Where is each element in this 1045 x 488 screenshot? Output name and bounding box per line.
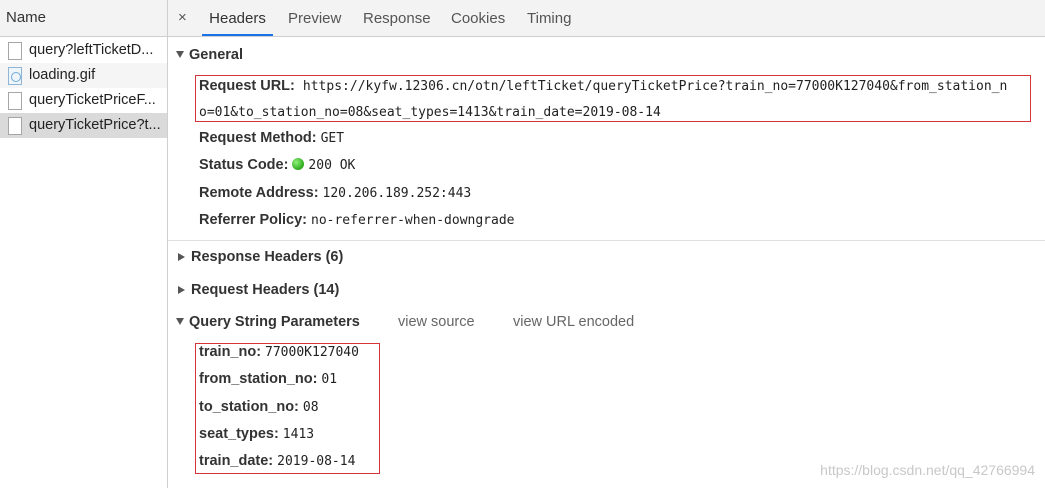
param-value: 77000K127040 xyxy=(265,345,359,360)
request-item-label: queryTicketPriceF... xyxy=(29,92,156,108)
tab-preview[interactable]: Preview xyxy=(288,0,341,36)
request-item-label: loading.gif xyxy=(29,67,96,83)
param-value: 1413 xyxy=(282,427,315,442)
expanded-triangle-icon xyxy=(176,51,184,58)
close-icon[interactable]: × xyxy=(178,9,187,27)
view-source-link[interactable]: view source xyxy=(398,314,475,330)
query-param-row: train_no: 77000K127040 xyxy=(199,344,359,360)
document-icon xyxy=(8,42,22,60)
request-item[interactable]: loading.gif xyxy=(0,63,167,88)
section-title: General xyxy=(189,47,243,63)
status-ok-icon xyxy=(292,158,305,170)
query-string-section-header[interactable]: Query String Parameters xyxy=(176,314,360,330)
param-key: train_no: xyxy=(199,344,262,360)
param-value: 01 xyxy=(321,372,338,387)
expanded-triangle-icon xyxy=(176,318,184,325)
query-param-row: train_date: 2019-08-14 xyxy=(199,453,355,469)
section-title: Request Headers (14) xyxy=(191,282,340,298)
request-detail-panel: × Headers Preview Response Cookies Timin… xyxy=(168,0,1045,488)
request-item[interactable]: query?leftTicketD... xyxy=(0,38,167,63)
status-code-label: Status Code: xyxy=(199,157,289,173)
param-key: to_station_no: xyxy=(199,399,299,415)
status-code-row: Status Code: 200 OK xyxy=(199,157,355,173)
query-param-row: seat_types: 1413 xyxy=(199,426,314,442)
tab-headers[interactable]: Headers xyxy=(202,0,273,36)
request-url-row: Request URL: https://kyfw.12306.cn/otn/l… xyxy=(199,78,1007,94)
view-url-encoded-link[interactable]: view URL encoded xyxy=(513,314,634,330)
request-method-label: Request Method: xyxy=(199,130,317,146)
status-code-value: 200 OK xyxy=(308,158,356,173)
request-method-row: Request Method: GET xyxy=(199,130,344,146)
image-icon xyxy=(8,67,22,85)
remote-address-value: 120.206.189.252:443 xyxy=(322,186,472,201)
remote-address-label: Remote Address: xyxy=(199,185,319,201)
query-param-row: to_station_no: 08 xyxy=(199,399,319,415)
param-key: from_station_no: xyxy=(199,371,318,387)
detail-tab-bar: × Headers Preview Response Cookies Timin… xyxy=(168,0,1045,37)
tab-response[interactable]: Response xyxy=(363,0,431,36)
document-icon xyxy=(8,117,22,135)
referrer-policy-value: no-referrer-when-downgrade xyxy=(311,213,515,228)
general-section-header[interactable]: General xyxy=(176,47,243,63)
query-param-row: from_station_no: 01 xyxy=(199,371,337,387)
document-icon xyxy=(8,92,22,110)
referrer-policy-label: Referrer Policy: xyxy=(199,212,307,228)
collapsed-triangle-icon xyxy=(178,253,185,261)
request-item-label: query?leftTicketD... xyxy=(29,42,154,58)
section-title: Query String Parameters xyxy=(189,314,360,330)
request-list-panel: Name query?leftTicketD... loading.gif qu… xyxy=(0,0,168,488)
tab-timing[interactable]: Timing xyxy=(527,0,571,36)
param-value: 08 xyxy=(302,400,319,415)
param-key: seat_types: xyxy=(199,426,279,442)
request-url-value: https://kyfw.12306.cn/otn/leftTicket/que… xyxy=(302,79,1008,94)
section-divider xyxy=(168,240,1045,241)
name-column-header[interactable]: Name xyxy=(0,0,167,37)
request-item[interactable]: queryTicketPriceF... xyxy=(0,88,167,113)
request-url-row-continued: o=01&to_station_no=08&seat_types=1413&tr… xyxy=(199,104,661,120)
tab-cookies[interactable]: Cookies xyxy=(451,0,505,36)
param-value: 2019-08-14 xyxy=(277,454,356,469)
request-url-value-cont: o=01&to_station_no=08&seat_types=1413&tr… xyxy=(199,105,661,120)
request-headers-section-header[interactable]: Request Headers (14) xyxy=(176,282,339,298)
watermark: https://blog.csdn.net/qq_42766994 xyxy=(820,462,1035,478)
referrer-policy-row: Referrer Policy: no-referrer-when-downgra… xyxy=(199,212,515,228)
remote-address-row: Remote Address: 120.206.189.252:443 xyxy=(199,185,471,201)
request-url-label: Request URL: xyxy=(199,78,295,94)
response-headers-section-header[interactable]: Response Headers (6) xyxy=(176,249,343,265)
param-key: train_date: xyxy=(199,453,274,469)
request-item-selected[interactable]: queryTicketPrice?t... xyxy=(0,113,167,138)
section-title: Response Headers (6) xyxy=(191,249,344,265)
request-method-value: GET xyxy=(320,131,345,146)
collapsed-triangle-icon xyxy=(178,286,185,294)
request-item-label: queryTicketPrice?t... xyxy=(29,117,161,133)
